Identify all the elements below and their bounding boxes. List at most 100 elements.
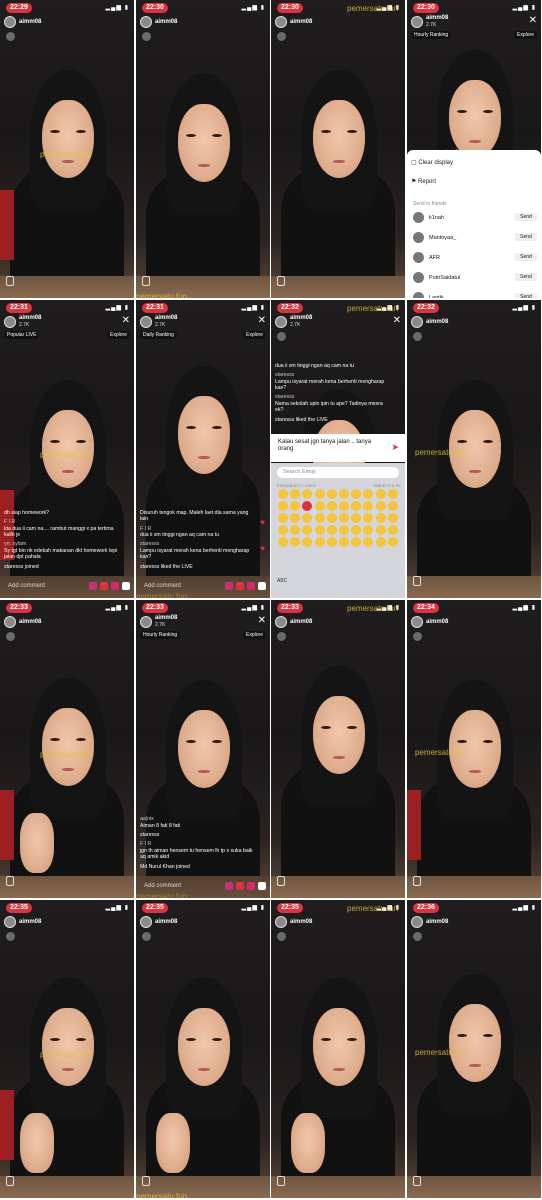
emoji-key[interactable]: [302, 513, 313, 523]
emoji-key[interactable]: [339, 501, 350, 511]
ranking-chip[interactable]: Hourly Ranking: [140, 631, 181, 639]
host-info[interactable]: aimm08: [411, 615, 448, 629]
action-icon[interactable]: [100, 582, 108, 590]
emoji-key[interactable]: [326, 501, 337, 511]
gift-icon[interactable]: [277, 932, 286, 941]
avatar[interactable]: [411, 16, 423, 28]
gift-icon[interactable]: [142, 932, 151, 941]
emoji-key[interactable]: [278, 513, 289, 523]
document-icon[interactable]: [6, 876, 14, 886]
emoji-key[interactable]: [314, 537, 325, 547]
avatar[interactable]: [140, 916, 152, 928]
emoji-key[interactable]: [326, 537, 337, 547]
emoji-key[interactable]: [375, 501, 386, 511]
emoji-key[interactable]: [351, 489, 362, 499]
emoji-key[interactable]: [278, 501, 289, 511]
emoji-key[interactable]: [375, 489, 386, 499]
send-button[interactable]: Send: [515, 233, 537, 241]
document-icon[interactable]: [413, 876, 421, 886]
close-icon[interactable]: ✕: [258, 615, 266, 627]
document-icon[interactable]: [413, 576, 421, 586]
emoji-key[interactable]: [375, 525, 386, 535]
host-info[interactable]: aimm08 2.7K: [4, 315, 41, 329]
emoji-key[interactable]: [278, 537, 289, 547]
host-info[interactable]: aimm08: [140, 15, 177, 29]
emoji-key[interactable]: [302, 537, 313, 547]
send-button[interactable]: Send: [515, 213, 537, 221]
add-comment-input[interactable]: Add comment: [144, 883, 181, 889]
emoji-key[interactable]: [302, 525, 313, 535]
emoji-key[interactable]: [290, 513, 301, 523]
host-info[interactable]: aimm08: [4, 915, 41, 929]
host-info[interactable]: aimm08: [411, 315, 448, 329]
add-comment-input[interactable]: Add comment: [144, 583, 181, 589]
close-icon[interactable]: ✕: [529, 15, 537, 27]
explore-chip[interactable]: Explore: [514, 31, 537, 39]
action-icon[interactable]: [258, 582, 266, 590]
emoji-key[interactable]: [290, 537, 301, 547]
host-info[interactable]: aimm08: [275, 915, 312, 929]
avatar[interactable]: [275, 916, 287, 928]
host-info[interactable]: aimm08 2.7K: [275, 315, 312, 329]
host-info[interactable]: aimm08: [411, 915, 448, 929]
avatar[interactable]: [140, 616, 152, 628]
host-info[interactable]: aimm08: [275, 615, 312, 629]
abc-key[interactable]: ABC: [277, 578, 287, 584]
action-icon[interactable]: [258, 882, 266, 890]
avatar[interactable]: [140, 316, 152, 328]
avatar[interactable]: [411, 916, 423, 928]
ranking-chip[interactable]: Hourly Ranking: [411, 31, 452, 39]
emoji-key[interactable]: [351, 513, 362, 523]
avatar[interactable]: [411, 616, 423, 628]
emoji-key[interactable]: [278, 489, 289, 499]
host-info[interactable]: aimm08: [4, 615, 41, 629]
emoji-key[interactable]: [363, 525, 374, 535]
avatar[interactable]: [140, 16, 152, 28]
emoji-key[interactable]: [302, 501, 313, 511]
close-icon[interactable]: ✕: [393, 315, 401, 327]
ranking-chip[interactable]: Daily Ranking: [140, 331, 177, 339]
host-info[interactable]: aimm08 2.7K: [411, 15, 448, 29]
report-button[interactable]: ⚑ Report: [411, 178, 436, 185]
emoji-key[interactable]: [339, 489, 350, 499]
action-icon[interactable]: [247, 882, 255, 890]
gift-icon[interactable]: [413, 332, 422, 341]
emoji-key[interactable]: [387, 513, 398, 523]
emoji-key[interactable]: [339, 525, 350, 535]
emoji-key[interactable]: [339, 513, 350, 523]
avatar[interactable]: [275, 316, 287, 328]
action-icon[interactable]: [122, 582, 130, 590]
emoji-key[interactable]: [387, 489, 398, 499]
emoji-key[interactable]: [351, 525, 362, 535]
explore-chip[interactable]: Explore: [107, 331, 130, 339]
emoji-key[interactable]: [375, 513, 386, 523]
document-icon[interactable]: [6, 1176, 14, 1186]
action-icon[interactable]: [89, 582, 97, 590]
host-info[interactable]: aimm08 2.7K: [140, 315, 177, 329]
emoji-key[interactable]: [375, 537, 386, 547]
document-icon[interactable]: [142, 1176, 150, 1186]
send-icon[interactable]: ➤: [391, 442, 399, 453]
send-button[interactable]: Send: [515, 293, 537, 298]
gift-icon[interactable]: [413, 932, 422, 941]
emoji-key[interactable]: [363, 537, 374, 547]
emoji-key[interactable]: [363, 501, 374, 511]
emoji-key[interactable]: [326, 489, 337, 499]
avatar[interactable]: [4, 616, 16, 628]
gift-icon[interactable]: [142, 32, 151, 41]
emoji-key[interactable]: [387, 501, 398, 511]
action-icon[interactable]: [225, 582, 233, 590]
emoji-key[interactable]: [387, 537, 398, 547]
avatar[interactable]: [411, 316, 423, 328]
explore-chip[interactable]: Explore: [243, 331, 266, 339]
document-icon[interactable]: [277, 876, 285, 886]
emoji-key[interactable]: [290, 525, 301, 535]
emoji-key[interactable]: [278, 525, 289, 535]
action-icon[interactable]: [247, 582, 255, 590]
avatar[interactable]: [275, 616, 287, 628]
document-icon[interactable]: [277, 1176, 285, 1186]
host-info[interactable]: aimm08: [275, 15, 312, 29]
emoji-key[interactable]: [351, 501, 362, 511]
gift-icon[interactable]: [277, 332, 286, 341]
emoji-search-input[interactable]: Search Emoji: [277, 467, 399, 478]
